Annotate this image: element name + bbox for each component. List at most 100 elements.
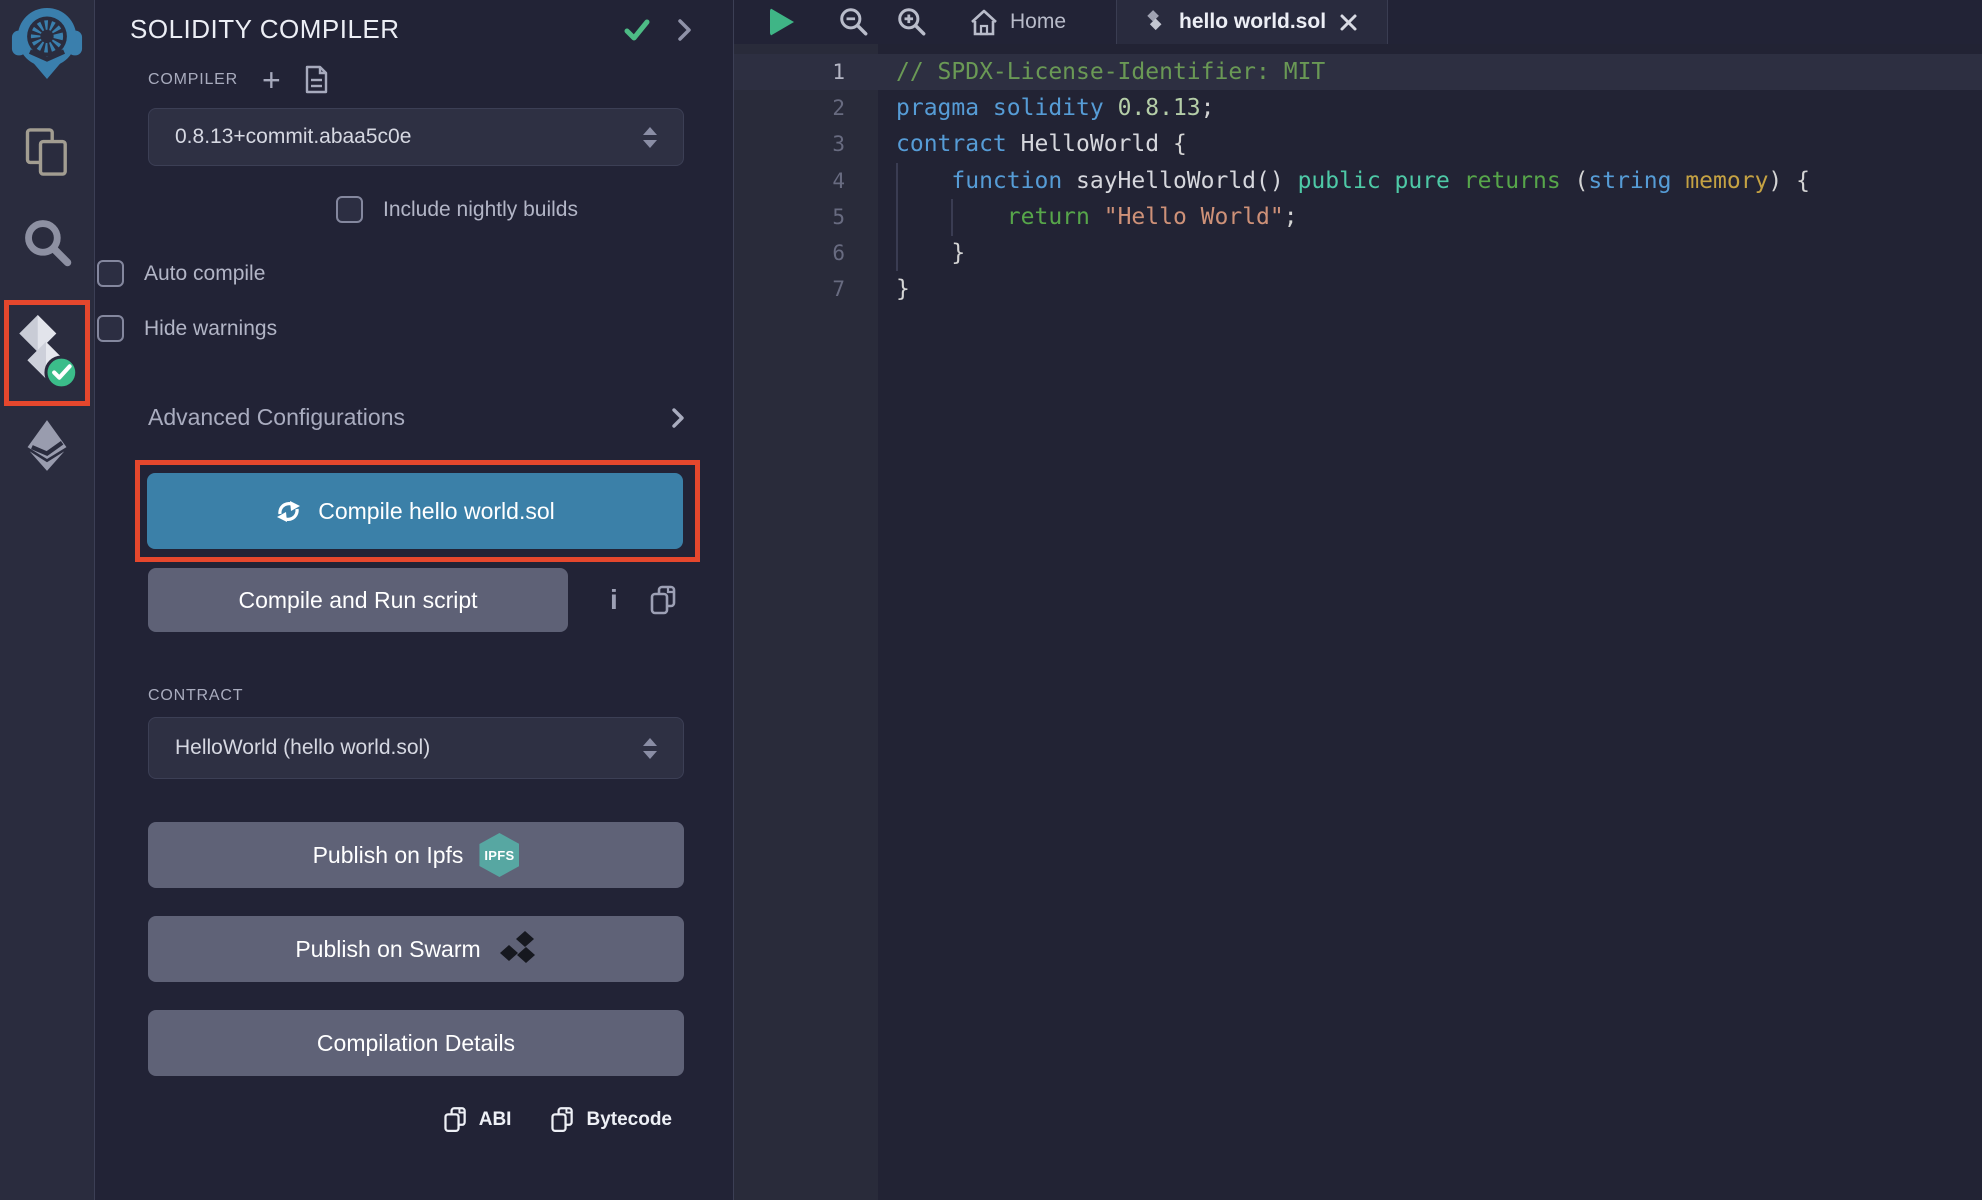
hide-warnings-label: Hide warnings bbox=[144, 317, 277, 341]
compiler-version-value: 0.8.13+commit.abaa5c0e bbox=[175, 125, 643, 149]
advanced-chevron-icon bbox=[672, 408, 684, 428]
home-icon bbox=[970, 9, 998, 36]
code-text: pragma solidity 0.8.13; bbox=[896, 90, 1215, 126]
contract-label: CONTRACT bbox=[148, 687, 243, 704]
include-nightly-label: Include nightly builds bbox=[383, 198, 578, 222]
select-updown-icon bbox=[643, 127, 657, 148]
tab-hello-world-sol[interactable]: hello world.sol bbox=[1116, 0, 1388, 44]
panel-title: SOLIDITY COMPILER bbox=[130, 14, 624, 45]
line-number: 6 bbox=[734, 235, 845, 271]
sidebar-item-deploy-run[interactable] bbox=[23, 416, 71, 476]
include-nightly-checkbox[interactable] bbox=[336, 196, 363, 223]
search-icon bbox=[21, 216, 73, 268]
info-icon[interactable]: i bbox=[610, 584, 618, 616]
zoom-in-button[interactable] bbox=[896, 6, 928, 38]
sidebar-item-file-explorer[interactable] bbox=[21, 122, 73, 182]
ethereum-icon bbox=[23, 419, 71, 473]
swarm-icon bbox=[497, 931, 537, 967]
compiler-section-header: COMPILER + bbox=[148, 65, 684, 94]
line-number: 3 bbox=[734, 126, 845, 162]
compilation-details-label: Compilation Details bbox=[317, 1030, 515, 1057]
copy-bytecode-button[interactable]: Bytecode bbox=[549, 1105, 672, 1135]
code-text: function sayHelloWorld() public pure ret… bbox=[896, 163, 1810, 199]
auto-compile-row: Auto compile bbox=[97, 260, 633, 287]
icon-sidebar bbox=[0, 0, 95, 1200]
compiler-config-file-icon[interactable] bbox=[305, 65, 328, 94]
compile-button-label: Compile hello world.sol bbox=[318, 498, 555, 525]
editor-pane: Home hello world.sol 1 // SPDX-License-Id… bbox=[734, 0, 1982, 1200]
tab-home[interactable]: Home bbox=[970, 9, 1066, 36]
file-explorer-icon bbox=[21, 126, 73, 178]
advanced-configurations-label: Advanced Configurations bbox=[148, 404, 405, 431]
copy-icon bbox=[549, 1105, 576, 1135]
zoom-in-icon bbox=[896, 6, 928, 38]
line-number: 2 bbox=[734, 90, 845, 126]
refresh-icon bbox=[275, 498, 302, 525]
select-updown-icon bbox=[643, 738, 657, 759]
solidity-compiler-panel: SOLIDITY COMPILER COMPILER + 0.8.13+comm… bbox=[95, 0, 734, 1200]
publish-swarm-button[interactable]: Publish on Swarm bbox=[148, 916, 684, 982]
code-line-4[interactable]: 4 function sayHelloWorld() public pure r… bbox=[734, 163, 1982, 199]
code-text: return "Hello World"; bbox=[896, 199, 1298, 235]
code-text: } bbox=[896, 235, 965, 271]
auto-compile-checkbox[interactable] bbox=[97, 260, 124, 287]
line-number: 7 bbox=[734, 271, 845, 307]
remix-logo[interactable] bbox=[11, 4, 83, 82]
indent-guide bbox=[951, 199, 953, 236]
hide-warnings-checkbox[interactable] bbox=[97, 315, 124, 342]
solidity-compiler-icon bbox=[15, 315, 79, 391]
compile-run-row: Compile and Run script i bbox=[148, 568, 684, 632]
code-lines: 1 // SPDX-License-Identifier: MIT 2 pragma … bbox=[734, 44, 1982, 307]
contract-section-header: CONTRACT bbox=[148, 687, 684, 705]
sidebar-item-solidity-compiler[interactable] bbox=[15, 315, 79, 391]
highlight-box-solidity-plugin bbox=[4, 300, 90, 406]
copy-artifacts-row: ABI Bytecode bbox=[95, 1105, 734, 1135]
bytecode-label: Bytecode bbox=[586, 1109, 672, 1131]
copy-script-icon[interactable] bbox=[648, 584, 679, 617]
publish-ipfs-button[interactable]: Publish on Ipfs IPFS bbox=[148, 822, 684, 888]
code-line-6[interactable]: 6 } bbox=[734, 235, 1982, 271]
panel-header: SOLIDITY COMPILER bbox=[95, 0, 733, 45]
publish-ipfs-label: Publish on Ipfs bbox=[313, 842, 464, 869]
sidebar-item-search[interactable] bbox=[21, 212, 73, 272]
tab-home-label: Home bbox=[1010, 10, 1066, 34]
ipfs-icon: IPFS bbox=[479, 833, 519, 877]
compiler-version-select[interactable]: 0.8.13+commit.abaa5c0e bbox=[148, 108, 684, 166]
code-editor[interactable]: 1 // SPDX-License-Identifier: MIT 2 pragma … bbox=[734, 44, 1982, 1200]
auto-compile-label: Auto compile bbox=[144, 262, 265, 286]
publish-swarm-label: Publish on Swarm bbox=[295, 936, 480, 963]
compile-button[interactable]: Compile hello world.sol bbox=[147, 473, 683, 549]
line-number: 1 bbox=[734, 54, 845, 90]
compile-success-check-icon bbox=[624, 18, 650, 42]
code-line-5[interactable]: 5 return "Hello World"; bbox=[734, 199, 1982, 235]
editor-tabbar: Home hello world.sol bbox=[734, 0, 1982, 44]
add-compiler-icon[interactable]: + bbox=[262, 70, 281, 90]
compile-and-run-label: Compile and Run script bbox=[238, 587, 477, 613]
hide-warnings-row: Hide warnings bbox=[97, 315, 633, 342]
remix-logo-icon bbox=[11, 4, 83, 82]
code-line-7[interactable]: 7} bbox=[734, 271, 1982, 307]
compiler-label: COMPILER bbox=[148, 71, 238, 89]
compilation-details-button[interactable]: Compilation Details bbox=[148, 1010, 684, 1076]
close-tab-icon[interactable] bbox=[1339, 13, 1358, 32]
tab-file-label: hello world.sol bbox=[1179, 10, 1326, 34]
contract-select[interactable]: HelloWorld (hello world.sol) bbox=[148, 717, 684, 779]
code-text: // SPDX-License-Identifier: MIT bbox=[896, 54, 1325, 90]
run-script-play-button[interactable] bbox=[770, 8, 794, 36]
code-line-3[interactable]: 3 contract HelloWorld { bbox=[734, 126, 1982, 162]
copy-abi-button[interactable]: ABI bbox=[442, 1105, 512, 1135]
indent-guide bbox=[896, 163, 898, 271]
advanced-configurations-toggle[interactable]: Advanced Configurations bbox=[148, 404, 684, 431]
zoom-out-button[interactable] bbox=[838, 6, 870, 38]
line-number: 4 bbox=[734, 163, 845, 199]
code-line-2[interactable]: 2 pragma solidity 0.8.13; bbox=[734, 90, 1982, 126]
copy-icon bbox=[442, 1105, 469, 1135]
collapse-panel-chevron-icon[interactable] bbox=[678, 19, 691, 41]
compile-and-run-button[interactable]: Compile and Run script bbox=[148, 568, 568, 632]
code-text: } bbox=[896, 271, 910, 307]
code-text: contract HelloWorld { bbox=[896, 126, 1187, 162]
contract-selected-value: HelloWorld (hello world.sol) bbox=[175, 736, 643, 760]
highlight-box-compile-button: Compile hello world.sol bbox=[135, 460, 700, 562]
code-line-1[interactable]: 1 // SPDX-License-Identifier: MIT bbox=[734, 54, 1982, 90]
line-number: 5 bbox=[734, 199, 845, 235]
